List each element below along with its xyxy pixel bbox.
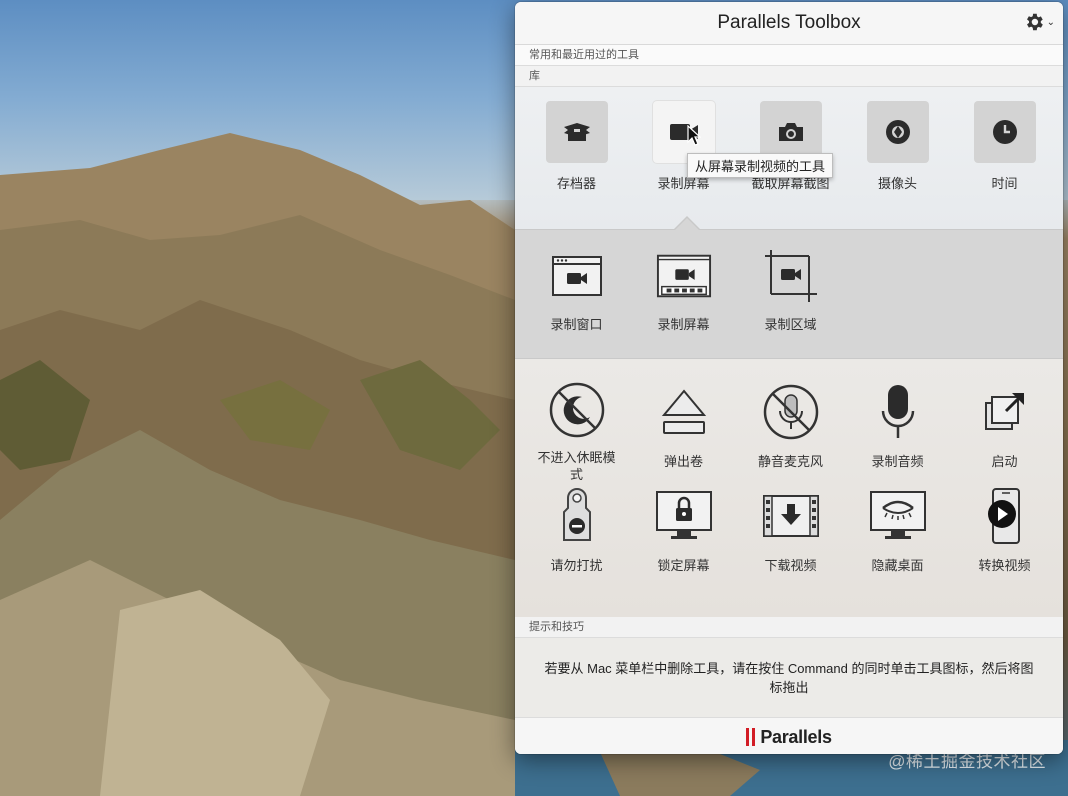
tool-label: 弹出卷 xyxy=(663,454,703,469)
tool-label: 录制区域 xyxy=(764,317,817,332)
tool-label: 下载视频 xyxy=(764,558,817,573)
mouse-cursor-icon xyxy=(687,125,701,146)
record-area-icon xyxy=(763,250,819,302)
tool-label: 静音麦克风 xyxy=(757,454,823,469)
tool-download-video[interactable]: 下载视频 xyxy=(737,485,844,574)
tool-time[interactable]: 时间 xyxy=(951,101,1058,192)
tool-label: 存档器 xyxy=(556,176,596,191)
clock-icon xyxy=(973,101,1036,163)
tool-do-not-disturb[interactable]: 请勿打扰 xyxy=(523,485,630,574)
tool-record-area[interactable]: 录制区域 xyxy=(737,250,844,333)
window-title: Parallels Toolbox xyxy=(717,12,861,33)
tool-mute-mic[interactable]: 静音麦克风 xyxy=(737,381,844,481)
tool-record-window[interactable]: 录制窗口 xyxy=(523,250,630,333)
more-tools: 不进入休眠模式 弹出卷 静音麦克风 录制音频 启动 请勿打扰 锁定屏幕 下载视频… xyxy=(515,359,1063,617)
tool-label: 转换视频 xyxy=(978,558,1031,573)
tool-launch[interactable]: 启动 xyxy=(951,381,1058,481)
tool-label: 启动 xyxy=(991,454,1018,469)
mute-microphone-icon xyxy=(760,381,822,443)
settings-button[interactable]: ⌄ xyxy=(1023,11,1055,33)
parallels-logo-icon xyxy=(746,728,756,746)
tool-eject[interactable]: 弹出卷 xyxy=(630,381,737,481)
tool-label: 锁定屏幕 xyxy=(657,558,710,573)
record-subtools: 录制窗口 录制屏幕 录制区域 xyxy=(515,216,1063,359)
record-screen-icon xyxy=(656,250,712,302)
tool-label: 录制窗口 xyxy=(550,317,603,332)
download-video-icon xyxy=(760,485,822,547)
footer: Parallels xyxy=(515,718,1063,754)
popover-caret xyxy=(675,218,699,230)
tooltip: 从屏幕录制视频的工具 xyxy=(687,153,834,178)
tool-webcam[interactable]: 摄像头 xyxy=(844,101,951,192)
tool-hide-desktop[interactable]: 隐藏桌面 xyxy=(844,485,951,574)
tool-record-screen-sub[interactable]: 录制屏幕 xyxy=(630,250,737,333)
no-sleep-icon xyxy=(546,381,608,439)
eject-icon xyxy=(653,381,715,443)
tool-lock-screen[interactable]: 锁定屏幕 xyxy=(630,485,737,574)
chevron-down-icon: ⌄ xyxy=(1046,16,1055,28)
tips-section-label: 提示和技巧 xyxy=(515,617,1063,638)
tip-text: 若要从 Mac 菜单栏中删除工具，请在按住 Command 的同时单击工具图标，… xyxy=(515,638,1063,718)
tool-label: 摄像头 xyxy=(877,176,917,191)
microphone-icon xyxy=(867,381,929,443)
tool-label: 请勿打扰 xyxy=(550,558,603,573)
gear-icon xyxy=(1026,13,1043,31)
tool-record-screen[interactable]: 录制屏幕 xyxy=(630,101,737,192)
hide-desktop-icon xyxy=(867,485,929,547)
do-not-disturb-icon xyxy=(546,485,608,547)
tool-no-sleep[interactable]: 不进入休眠模式 xyxy=(523,381,630,482)
lock-screen-icon xyxy=(653,485,715,547)
brand-name: Parallels xyxy=(760,726,832,747)
tool-screenshot[interactable]: 截取屏幕截图 xyxy=(737,101,844,192)
tool-archiver[interactable]: 存档器 xyxy=(523,101,630,192)
toolbox-panel: Parallels Toolbox ⌄ 常用和最近用过的工具 库 存档器 录制屏… xyxy=(515,2,1063,754)
webcam-icon xyxy=(866,101,929,163)
tool-convert-video[interactable]: 转换视频 xyxy=(951,485,1058,574)
tool-label: 时间 xyxy=(991,176,1018,191)
library-section-label: 库 xyxy=(515,66,1063,87)
tool-label: 隐藏桌面 xyxy=(871,558,924,573)
recent-section-label: 常用和最近用过的工具 xyxy=(515,45,1063,66)
tool-label: 录制音频 xyxy=(871,454,924,469)
tool-label: 录制屏幕 xyxy=(657,317,710,332)
record-window-icon xyxy=(549,250,605,302)
archive-icon xyxy=(545,101,608,163)
titlebar: Parallels Toolbox ⌄ xyxy=(515,2,1063,45)
convert-video-icon xyxy=(974,485,1036,547)
tool-record-audio[interactable]: 录制音频 xyxy=(844,381,951,481)
launch-icon xyxy=(974,381,1036,443)
tool-label: 不进入休眠模式 xyxy=(537,450,616,482)
